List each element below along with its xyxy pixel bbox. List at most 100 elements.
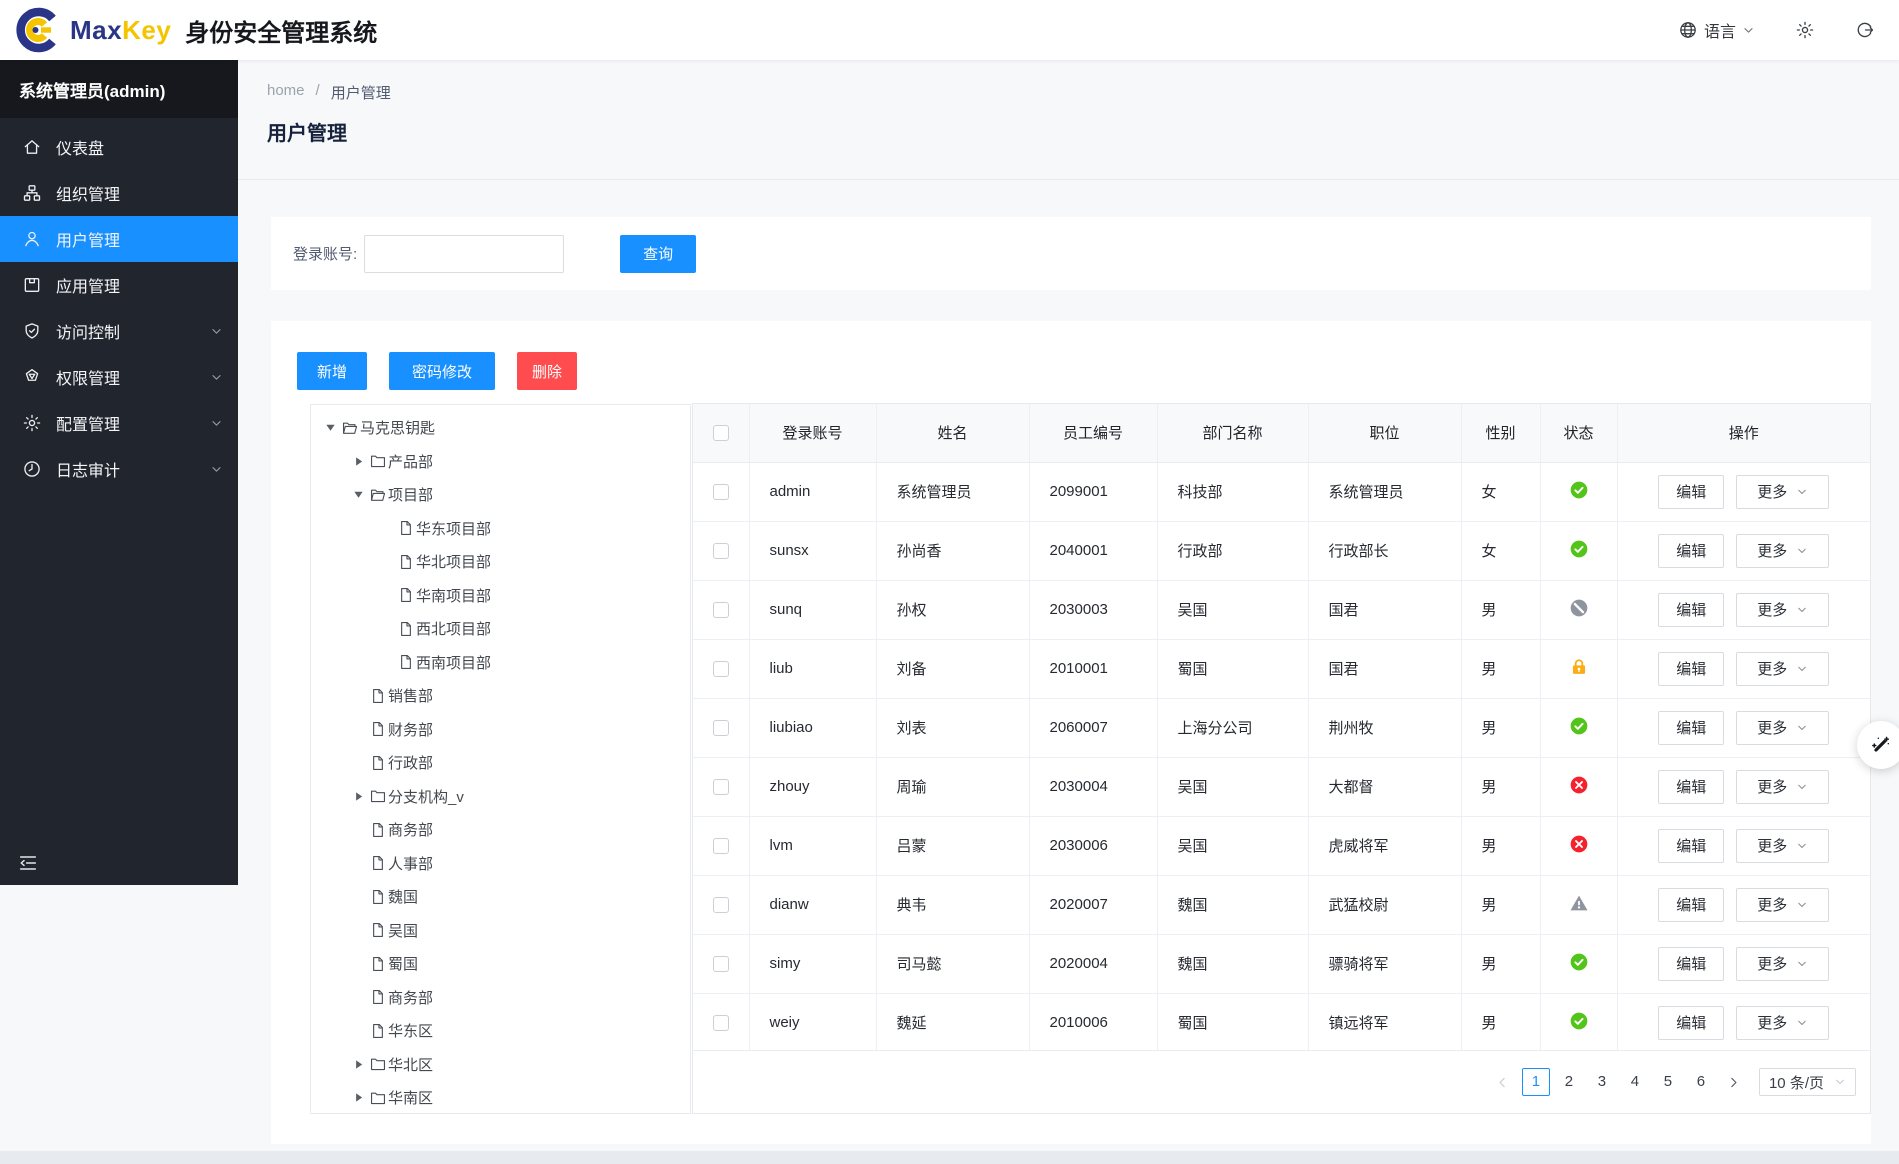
tree-node[interactable]: 华南项目部	[311, 579, 690, 613]
more-button[interactable]: 更多	[1736, 651, 1830, 686]
logout-icon[interactable]	[1855, 20, 1875, 40]
more-button[interactable]: 更多	[1736, 1005, 1830, 1040]
sidebar-item-应用管理[interactable]: 应用管理	[0, 262, 238, 308]
sidebar-item-日志审计[interactable]: 日志审计	[0, 446, 238, 492]
dashboard-icon	[22, 137, 42, 157]
more-button[interactable]: 更多	[1736, 769, 1830, 804]
edit-button[interactable]: 编辑	[1658, 474, 1725, 509]
edit-button[interactable]: 编辑	[1658, 710, 1725, 745]
sidebar-item-访问控制[interactable]: 访问控制	[0, 308, 238, 354]
caret-right-icon[interactable]	[347, 790, 369, 802]
edit-button[interactable]: 编辑	[1658, 769, 1725, 804]
pagination-page-1[interactable]: 1	[1521, 1068, 1550, 1096]
pagination-prev-icon[interactable]	[1489, 1068, 1517, 1096]
pagination-page-4[interactable]: 4	[1621, 1068, 1649, 1096]
caret-right-icon[interactable]	[347, 1092, 369, 1104]
tree-node[interactable]: 华东项目部	[311, 512, 690, 546]
pagination-page-6[interactable]: 6	[1687, 1068, 1715, 1096]
row-checkbox[interactable]	[712, 720, 729, 737]
sidebar-item-仪表盘[interactable]: 仪表盘	[0, 124, 238, 170]
sidebar-item-权限管理[interactable]: 权限管理	[0, 354, 238, 400]
tree-node[interactable]: 吴国	[311, 914, 690, 948]
edit-button[interactable]: 编辑	[1658, 533, 1725, 568]
select-all-checkbox[interactable]	[712, 425, 729, 442]
caret-down-icon[interactable]	[319, 422, 341, 434]
row-checkbox[interactable]	[712, 838, 729, 855]
caret-right-icon[interactable]	[347, 455, 369, 467]
more-button[interactable]: 更多	[1736, 592, 1830, 627]
tree-node[interactable]: 马克思钥匙	[311, 411, 690, 445]
breadcrumb-home[interactable]: home	[267, 82, 305, 103]
tree-node[interactable]: 华北区	[311, 1048, 690, 1082]
menu-fold-icon[interactable]	[17, 852, 39, 874]
tree-node[interactable]: 行政部	[311, 746, 690, 780]
cell-position: 骠骑将军	[1308, 934, 1462, 994]
login-account-input[interactable]	[364, 234, 565, 273]
row-checkbox[interactable]	[712, 956, 729, 973]
caret-right-icon[interactable]	[347, 1058, 369, 1070]
tree-node[interactable]: 华东区	[311, 1014, 690, 1048]
title-divider	[238, 179, 1899, 180]
cell-account: zhouy	[749, 757, 877, 817]
row-checkbox[interactable]	[712, 779, 729, 796]
row-checkbox[interactable]	[712, 543, 729, 560]
language-label: 语言	[1703, 24, 1736, 41]
cell-name: 孙权	[876, 580, 1030, 640]
cell-gender: 男	[1461, 934, 1541, 994]
tree-node[interactable]: 项目部	[311, 478, 690, 512]
tree-node[interactable]: 魏国	[311, 880, 690, 914]
edit-button[interactable]: 编辑	[1658, 887, 1725, 922]
cell-employee-no: 2020007	[1029, 875, 1158, 935]
more-button[interactable]: 更多	[1736, 474, 1830, 509]
floating-tool-button[interactable]	[1857, 721, 1899, 769]
tree-node[interactable]: 蜀国	[311, 947, 690, 981]
edit-button[interactable]: 编辑	[1658, 1005, 1725, 1040]
row-checkbox[interactable]	[712, 1015, 729, 1032]
edit-button[interactable]: 编辑	[1658, 651, 1725, 686]
tree-node[interactable]: 财务部	[311, 713, 690, 747]
sidebar-item-用户管理[interactable]: 用户管理	[0, 216, 238, 262]
edit-button[interactable]: 编辑	[1658, 828, 1725, 863]
tree-caret-spacer	[347, 958, 369, 970]
more-button[interactable]: 更多	[1736, 828, 1830, 863]
sidebar-item-label: 应用管理	[56, 279, 121, 296]
row-checkbox[interactable]	[712, 602, 729, 619]
tree-node[interactable]: 商务部	[311, 981, 690, 1015]
row-checkbox[interactable]	[712, 661, 729, 678]
add-button[interactable]: 新增	[297, 352, 367, 390]
tree-node[interactable]: 分支机构_v	[311, 780, 690, 814]
pagination-next-icon[interactable]	[1720, 1068, 1748, 1096]
tree-node[interactable]: 人事部	[311, 847, 690, 881]
tree-node[interactable]: 产品部	[311, 445, 690, 479]
language-menu[interactable]: 语言	[1678, 18, 1755, 42]
more-button[interactable]: 更多	[1736, 887, 1830, 922]
pagination-page-2[interactable]: 2	[1555, 1068, 1583, 1096]
tree-node[interactable]: 华北项目部	[311, 545, 690, 579]
sidebar-item-配置管理[interactable]: 配置管理	[0, 400, 238, 446]
pagination-page-5[interactable]: 5	[1654, 1068, 1682, 1096]
cell-gender: 男	[1461, 580, 1541, 640]
pagination-page-3[interactable]: 3	[1588, 1068, 1616, 1096]
tree-node[interactable]: 商务部	[311, 813, 690, 847]
tree-node[interactable]: 西南项目部	[311, 646, 690, 680]
row-checkbox[interactable]	[712, 484, 729, 501]
tree-node[interactable]: 销售部	[311, 679, 690, 713]
more-button[interactable]: 更多	[1736, 533, 1830, 568]
caret-down-icon[interactable]	[347, 489, 369, 501]
edit-button[interactable]: 编辑	[1658, 946, 1725, 981]
cell-position: 系统管理员	[1308, 462, 1462, 522]
config-gear-icon	[22, 413, 42, 433]
more-button[interactable]: 更多	[1736, 946, 1830, 981]
page-size-select[interactable]: 10 条/页	[1758, 1068, 1856, 1096]
sidebar-item-组织管理[interactable]: 组织管理	[0, 170, 238, 216]
tree-node-label: 华北项目部	[416, 554, 492, 572]
delete-button[interactable]: 删除	[517, 352, 577, 390]
edit-button[interactable]: 编辑	[1658, 592, 1725, 627]
query-button[interactable]: 查询	[620, 234, 697, 273]
more-button[interactable]: 更多	[1736, 710, 1830, 745]
tree-node[interactable]: 华南区	[311, 1081, 690, 1113]
row-checkbox[interactable]	[712, 897, 729, 914]
change-password-button[interactable]: 密码修改	[389, 352, 495, 390]
tree-node[interactable]: 西北项目部	[311, 612, 690, 646]
gear-icon[interactable]	[1795, 20, 1815, 40]
